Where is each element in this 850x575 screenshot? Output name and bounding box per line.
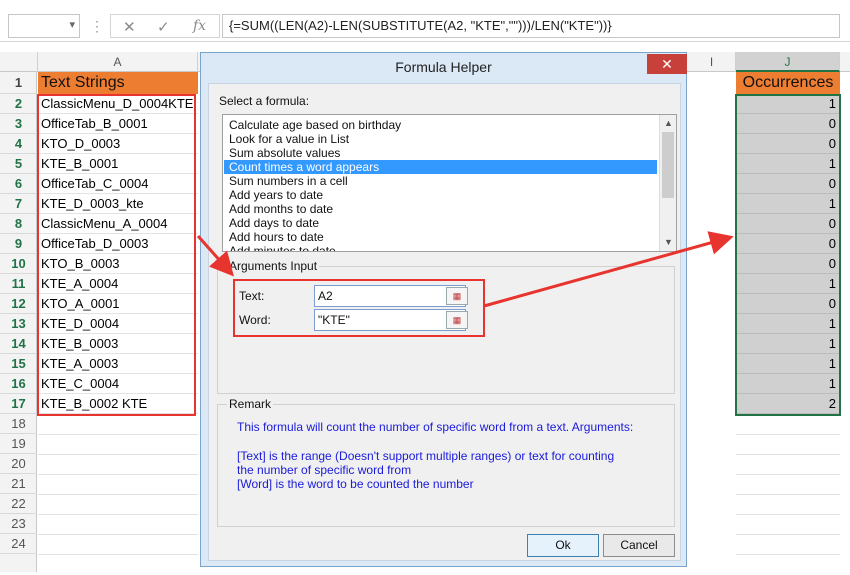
scroll-down-icon[interactable]: ▼ xyxy=(660,234,676,251)
formula-list-item[interactable]: Add days to date xyxy=(224,216,657,230)
gridline xyxy=(38,434,198,435)
formula-list-item[interactable]: Count times a word appears xyxy=(224,160,657,174)
select-formula-label: Select a formula: xyxy=(219,94,310,108)
highlight-box-text-strings xyxy=(37,94,196,416)
dialog-title: Formula Helper xyxy=(395,59,492,75)
gridline xyxy=(38,494,198,495)
ok-button[interactable]: Ok xyxy=(527,534,599,557)
formula-list-item[interactable]: Add years to date xyxy=(224,188,657,202)
gridline xyxy=(38,474,198,475)
list-scrollbar[interactable]: ▲ ▼ xyxy=(659,115,676,251)
scroll-thumb[interactable] xyxy=(662,132,674,198)
formula-list-item[interactable]: Add minutes to date xyxy=(224,244,657,251)
formula-list-item[interactable]: Sum absolute values xyxy=(224,146,657,160)
formula-list-item[interactable]: Calculate age based on birthday xyxy=(224,118,657,132)
close-icon[interactable]: ✕ xyxy=(647,54,687,74)
scroll-up-icon[interactable]: ▲ xyxy=(660,115,676,132)
highlight-box-arguments xyxy=(233,279,485,337)
gridline xyxy=(736,434,840,435)
remark-line-4: [Word] is the word to be counted the num… xyxy=(237,477,474,491)
cancel-button[interactable]: Cancel xyxy=(603,534,675,557)
gridline xyxy=(736,494,840,495)
remark-line-3: the number of specific word from xyxy=(237,463,412,477)
arguments-title: Arguments Input xyxy=(227,259,320,273)
formula-list-item[interactable]: Sum numbers in a cell xyxy=(224,174,657,188)
selection-range-j xyxy=(735,94,841,416)
remark-line-1: This formula will count the number of sp… xyxy=(237,420,634,434)
header-occurrences[interactable]: Occurrences xyxy=(736,72,840,94)
remark-line-2: [Text] is the range (Doesn't support mul… xyxy=(237,449,615,463)
gridline xyxy=(736,514,840,515)
gridline xyxy=(736,454,840,455)
formula-helper-dialog: Formula Helper ✕ Select a formula: Add m… xyxy=(200,52,687,567)
gridline xyxy=(38,554,198,555)
gridline xyxy=(38,534,198,535)
gridline xyxy=(38,514,198,515)
gridline xyxy=(38,454,198,455)
remark-title: Remark xyxy=(227,397,274,411)
formula-list-item[interactable]: Look for a value in List xyxy=(224,132,657,146)
gridline xyxy=(736,474,840,475)
gridline xyxy=(736,534,840,535)
formula-list-item[interactable]: Add months to date xyxy=(224,202,657,216)
formula-list[interactable]: Add minutes to date Add hours to date Add … xyxy=(222,114,677,252)
gridline xyxy=(736,554,840,555)
formula-list-item[interactable]: Add hours to date xyxy=(224,230,657,244)
header-text-strings[interactable]: Text Strings xyxy=(38,72,198,94)
